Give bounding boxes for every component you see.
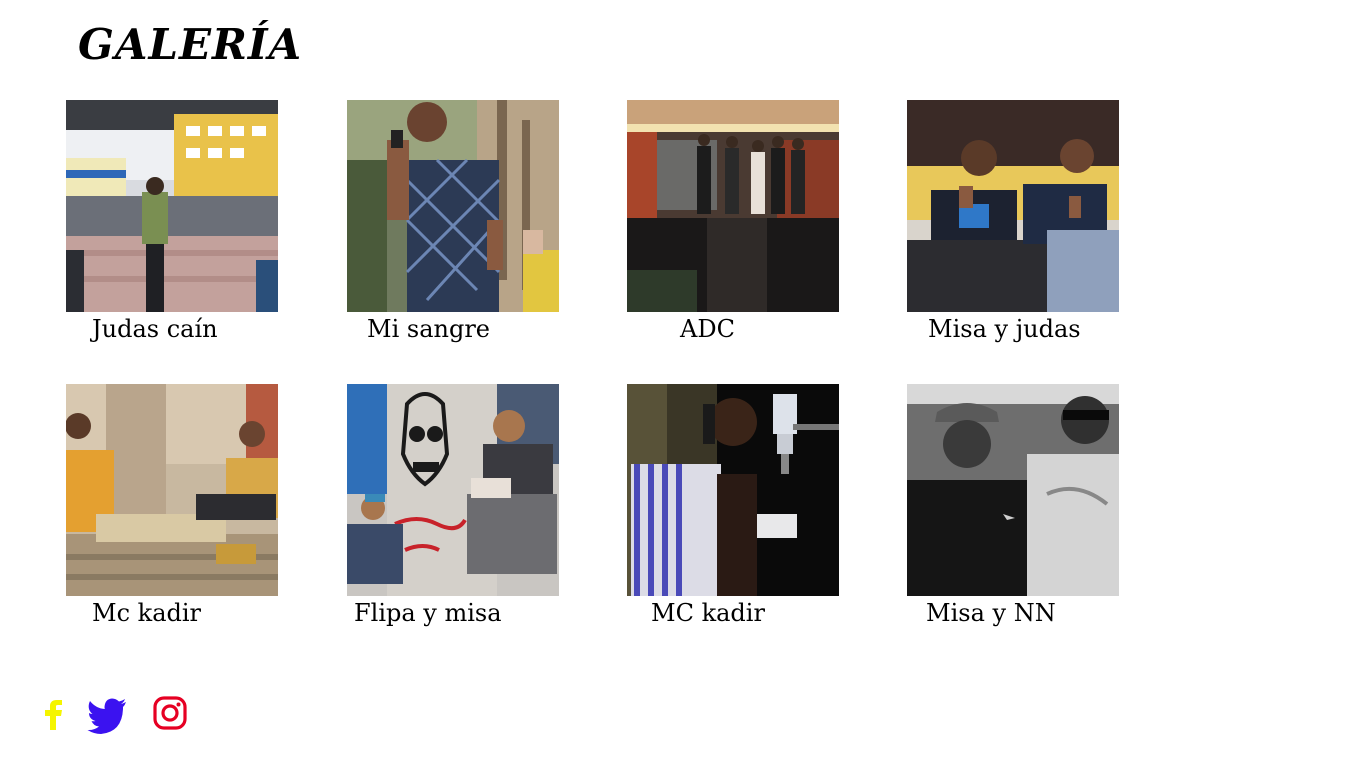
gallery-item: ADC (627, 100, 839, 343)
gallery-photo[interactable] (627, 100, 839, 312)
gallery-caption: Mi sangre (367, 315, 490, 343)
photo-two-sitting (907, 100, 1119, 312)
twitter-icon (87, 698, 126, 734)
gallery-caption: Flipa y misa (354, 599, 502, 627)
gallery-photo[interactable] (66, 384, 278, 596)
gallery-photo[interactable] (907, 384, 1119, 596)
gallery-photo[interactable] (66, 100, 278, 312)
gallery-photo[interactable] (627, 384, 839, 596)
photo-stage-group (627, 100, 839, 312)
instagram-icon (153, 696, 187, 730)
gallery-photo[interactable] (347, 100, 559, 312)
gallery-caption: Mc kadir (92, 599, 202, 627)
page-title: GALERÍA (78, 20, 303, 69)
gallery-item: Misa y judas (907, 100, 1119, 343)
gallery-item: MC kadir (627, 384, 839, 627)
photo-stairs-duo (66, 384, 278, 596)
gallery-caption: Misa y judas (928, 315, 1081, 343)
gallery-item: Judas caín (66, 100, 278, 343)
photo-bw-duo (907, 384, 1119, 596)
gallery-row: Mc kadir Flipa y misa MC kadir Misa y NN (66, 384, 1126, 644)
photo-rapper-mic (347, 100, 559, 312)
twitter-link[interactable] (86, 694, 128, 734)
facebook-link[interactable] (40, 694, 66, 734)
gallery-item: Mc kadir (66, 384, 278, 627)
gallery-item: Flipa y misa (347, 384, 559, 627)
gallery-caption: Judas caín (92, 315, 218, 343)
gallery-caption: Misa y NN (926, 599, 1056, 627)
facebook-icon (45, 700, 62, 730)
photo-graffiti-wall (347, 384, 559, 596)
photo-plaza-crowd (66, 100, 278, 312)
instagram-link[interactable] (152, 694, 188, 734)
gallery-caption: ADC (680, 315, 735, 343)
photo-studio-recording (627, 384, 839, 596)
gallery-row: Judas caín Mi sangre ADC Misa y judas (66, 100, 1126, 360)
gallery-item: Misa y NN (907, 384, 1119, 627)
gallery-item: Mi sangre (347, 100, 559, 343)
gallery-page: GALERÍA Judas caín Mi sangre ADC Misa y … (0, 0, 1366, 768)
gallery-photo[interactable] (347, 384, 559, 596)
gallery-photo[interactable] (907, 100, 1119, 312)
gallery-caption: MC kadir (651, 599, 765, 627)
